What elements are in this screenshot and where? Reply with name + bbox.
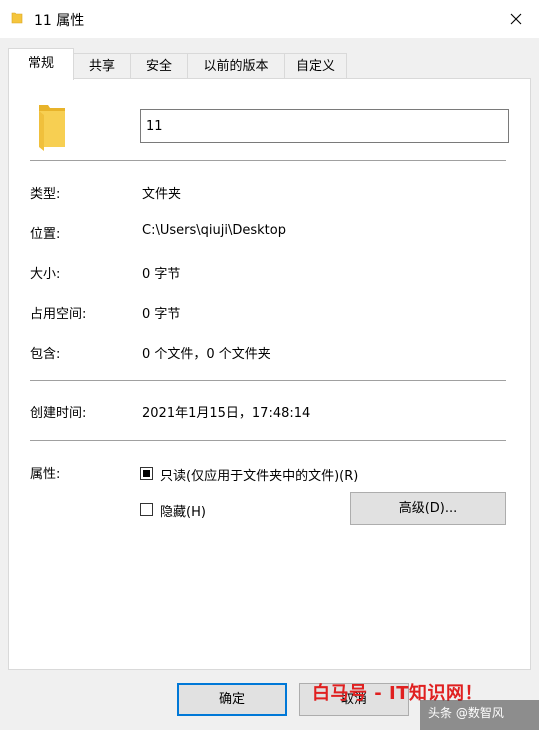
- title-bar: 11 属性: [0, 0, 539, 38]
- divider: [30, 380, 506, 381]
- divider: [30, 440, 506, 441]
- tab-general[interactable]: 常规: [8, 48, 74, 80]
- corner-watermark: 头条 @数智风: [420, 700, 539, 730]
- attributes-label: 属性:: [30, 467, 61, 482]
- window-title: 11 属性: [34, 13, 85, 29]
- advanced-button[interactable]: 高级(D)...: [350, 492, 506, 525]
- tab-previous-versions[interactable]: 以前的版本: [187, 53, 285, 78]
- folder-name-input[interactable]: [140, 109, 509, 143]
- created-value: 2021年1月15日，17:48:14: [142, 406, 311, 421]
- folder-icon: [11, 12, 23, 24]
- folder-icon: [39, 105, 65, 151]
- contains-label: 包含:: [30, 347, 61, 362]
- size-value: 0 字节: [142, 267, 181, 282]
- size-label: 大小:: [30, 267, 61, 282]
- size-on-disk-label: 占用空间:: [30, 307, 87, 322]
- location-label: 位置:: [30, 227, 61, 242]
- divider: [30, 160, 506, 161]
- readonly-checkbox[interactable]: [140, 467, 153, 480]
- ok-button[interactable]: 确定: [177, 683, 287, 716]
- general-panel: [8, 78, 531, 670]
- size-on-disk-value: 0 字节: [142, 307, 181, 322]
- hidden-label[interactable]: 隐藏(H): [160, 501, 206, 520]
- tab-customize[interactable]: 自定义: [284, 53, 347, 78]
- tab-sharing[interactable]: 共享: [73, 53, 131, 78]
- close-button[interactable]: [493, 0, 539, 38]
- contains-value: 0 个文件，0 个文件夹: [142, 347, 271, 362]
- hidden-checkbox[interactable]: [140, 503, 153, 516]
- readonly-label[interactable]: 只读(仅应用于文件夹中的文件)(R): [160, 465, 358, 484]
- location-value: C:\Users\qiuji\Desktop: [142, 223, 286, 238]
- indeterminate-mark: [143, 470, 150, 477]
- created-label: 创建时间:: [30, 406, 87, 421]
- type-label: 类型:: [30, 187, 61, 202]
- tab-security[interactable]: 安全: [130, 53, 188, 78]
- type-value: 文件夹: [142, 187, 182, 202]
- close-icon: [510, 13, 522, 25]
